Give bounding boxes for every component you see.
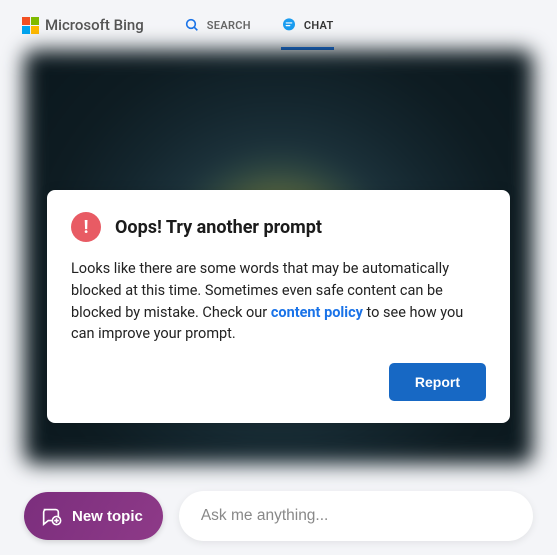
nav: SEARCH CHAT (184, 0, 334, 50)
microsoft-logo-icon (22, 17, 39, 34)
warning-icon: ! (71, 212, 101, 242)
header: Microsoft Bing SEARCH CHAT (0, 0, 557, 50)
new-topic-button[interactable]: New topic (24, 492, 163, 540)
ask-input[interactable] (179, 491, 533, 541)
bottom-bar: New topic (24, 491, 533, 541)
chat-icon (281, 17, 297, 33)
report-button[interactable]: Report (389, 363, 486, 401)
tab-search[interactable]: SEARCH (184, 0, 251, 50)
content: ! Oops! Try another prompt Looks like th… (0, 50, 557, 464)
tab-chat[interactable]: CHAT (281, 0, 334, 50)
new-topic-label: New topic (72, 508, 143, 525)
content-policy-link[interactable]: content policy (271, 304, 363, 321)
error-footer: Report (71, 363, 486, 401)
tab-search-label: SEARCH (207, 19, 251, 32)
new-topic-icon (40, 505, 62, 527)
error-header: ! Oops! Try another prompt (71, 212, 486, 242)
error-card: ! Oops! Try another prompt Looks like th… (47, 190, 510, 423)
brand-text: Microsoft Bing (45, 16, 144, 34)
search-icon (184, 17, 200, 33)
brand: Microsoft Bing (22, 16, 144, 34)
error-title: Oops! Try another prompt (115, 217, 322, 238)
tab-chat-label: CHAT (304, 19, 334, 32)
error-body: Looks like there are some words that may… (71, 258, 486, 345)
